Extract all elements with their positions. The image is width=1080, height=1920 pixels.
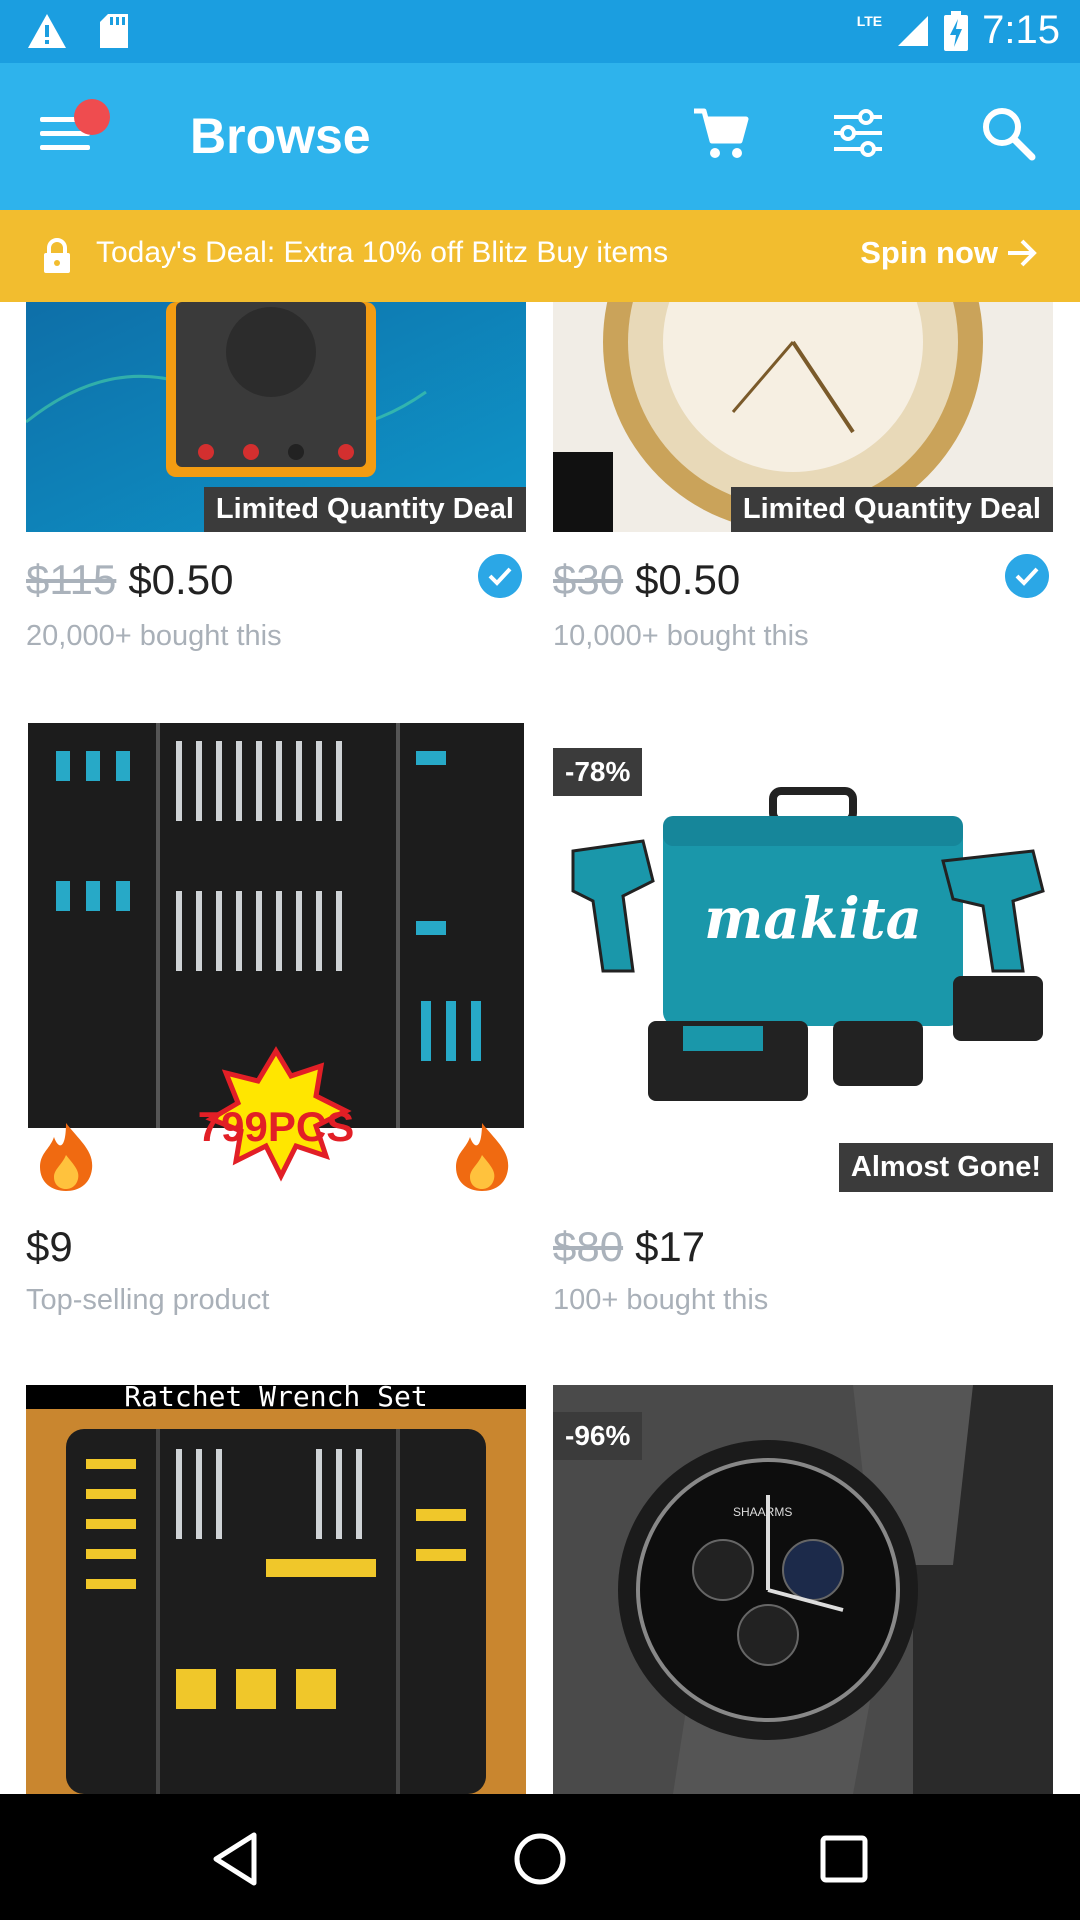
battery-charging-icon <box>944 10 969 51</box>
old-price: $115 <box>26 556 117 603</box>
price: $17 <box>635 1223 706 1270</box>
bought-count: 100+ bought this <box>553 1284 769 1316</box>
sliders-icon <box>834 109 882 157</box>
product-caption: Ratchet Wrench Set <box>26 1385 526 1409</box>
price-row: $80 $17 <box>553 1223 705 1271</box>
spin-now-label: Spin now <box>860 235 998 270</box>
lock-icon <box>44 238 70 273</box>
bought-count: 20,000+ bought this <box>26 620 282 652</box>
home-icon[interactable] <box>510 1829 570 1889</box>
notification-dot <box>74 99 110 135</box>
network-type: LTE <box>856 12 883 29</box>
fire-icon <box>40 1123 93 1191</box>
cart-icon <box>694 108 749 158</box>
product-subtitle: Top-selling product <box>26 1284 270 1316</box>
system-nav-bar <box>0 1794 1080 1920</box>
app-bar: Browse <box>0 63 1080 210</box>
product-image-black-watch[interactable]: SHAARMS -96% <box>553 1385 1053 1794</box>
ratchet-set-image <box>26 1409 526 1794</box>
discount-badge: -78% <box>553 748 643 796</box>
page-title: Browse <box>190 108 371 164</box>
back-icon[interactable] <box>206 1829 266 1889</box>
product-image-tool-set[interactable]: 799PCS <box>26 721 526 1196</box>
recents-icon[interactable] <box>814 1829 874 1889</box>
cart-button[interactable] <box>690 103 750 163</box>
search-icon <box>983 108 1036 161</box>
verified-check-icon <box>478 554 522 598</box>
fire-icon <box>456 1123 509 1191</box>
watch-brand: SHAARMS <box>733 1505 793 1519</box>
product-image-makita-kit[interactable]: makita -78% Almost Gone! <box>553 721 1053 1196</box>
price-row: $115 $0.50 <box>26 556 233 604</box>
makita-brand-text: makita <box>704 886 922 952</box>
menu-button[interactable] <box>40 99 110 163</box>
verified-check-icon <box>1005 554 1049 598</box>
warning-icon <box>28 14 66 48</box>
arrow-right-icon <box>1008 239 1037 267</box>
discount-badge: -96% <box>553 1412 643 1460</box>
search-button[interactable] <box>978 103 1038 163</box>
spin-now-button[interactable]: Spin now <box>860 235 1038 271</box>
limited-deal-tag: Limited Quantity Deal <box>203 487 526 532</box>
signal-icon <box>898 15 929 46</box>
price: $0.50 <box>635 556 741 603</box>
price-row: $9 <box>26 1223 73 1271</box>
price-row: $30 $0.50 <box>553 556 740 604</box>
price: $0.50 <box>128 556 234 603</box>
pieces-badge: 799PCS <box>197 1103 355 1150</box>
limited-deal-tag: Limited Quantity Deal <box>730 487 1053 532</box>
product-image-diamond-watch[interactable]: Limited Quantity Deal <box>553 302 1053 532</box>
status-bar: LTE 7:15 <box>0 0 1080 63</box>
product-image-ratchet-set[interactable]: Ratchet Wrench Set <box>26 1385 526 1794</box>
bought-count: 10,000+ bought this <box>553 620 809 652</box>
price: $9 <box>26 1223 73 1270</box>
filter-button[interactable] <box>828 103 888 163</box>
clock: 7:15 <box>982 8 1060 52</box>
old-price: $30 <box>553 556 624 603</box>
product-image-multimeter[interactable]: Limited Quantity Deal <box>26 302 526 532</box>
deal-banner[interactable]: Today's Deal: Extra 10% off Blitz Buy it… <box>0 210 1080 302</box>
sd-card-icon <box>100 14 128 48</box>
deal-text: Today's Deal: Extra 10% off Blitz Buy it… <box>96 236 669 269</box>
almost-gone-tag: Almost Gone! <box>838 1143 1053 1192</box>
old-price: $80 <box>553 1223 624 1270</box>
